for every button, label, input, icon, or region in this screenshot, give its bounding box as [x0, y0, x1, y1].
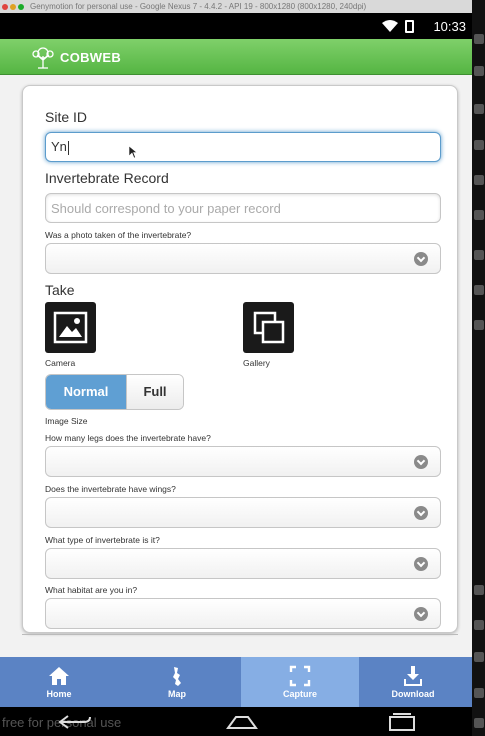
tab-capture-label: Capture [282, 689, 317, 699]
legs-question-select[interactable] [45, 446, 441, 477]
app-title: COBWEB [60, 50, 122, 65]
photo-question-label: Was a photo taken of the invertebrate? [45, 230, 192, 240]
tab-map[interactable]: Map [118, 657, 236, 707]
wifi-icon [382, 20, 398, 32]
wings-question-label: Does the invertebrate have wings? [45, 484, 176, 494]
rotate-icon[interactable] [474, 320, 484, 330]
capture-icon [289, 665, 311, 687]
power-icon[interactable] [474, 34, 484, 44]
gallery-button[interactable] [243, 302, 294, 353]
site-id-input[interactable]: Yn [45, 132, 441, 162]
cobweb-logo-icon [32, 47, 54, 69]
id-icon[interactable] [474, 210, 484, 220]
image-size-label: Image Size [45, 416, 88, 426]
tab-home-label: Home [46, 689, 72, 699]
image-size-toggle[interactable]: Normal Full [45, 374, 184, 410]
text-caret [67, 140, 69, 155]
battery-control-icon[interactable] [474, 104, 484, 114]
download-icon [404, 666, 422, 686]
tab-download[interactable]: Download [354, 657, 472, 707]
map-icon [173, 667, 181, 686]
menu-side-icon[interactable] [474, 652, 484, 662]
camera-label: Camera [45, 358, 76, 368]
habitat-question-select[interactable] [45, 598, 441, 629]
photo-question-select[interactable] [45, 243, 441, 274]
back-icon[interactable] [54, 712, 94, 732]
bottom-tab-bar: Home Map Capture Download [0, 657, 472, 707]
capture-page: Site ID Yn Invertebrate Record Was a pho… [0, 75, 472, 657]
chevron-down-icon [414, 506, 428, 520]
camera-control-icon[interactable] [474, 140, 484, 150]
card-footer-edge [22, 631, 458, 635]
gallery-icon [253, 311, 285, 344]
wings-question-select[interactable] [45, 497, 441, 528]
android-nav-bar: free for personal use [0, 707, 472, 736]
emulator-screen: Genymotion for personal use - Google Nex… [0, 0, 485, 736]
chevron-down-icon [414, 455, 428, 469]
battery-icon [405, 20, 414, 33]
habitat-question-label: What habitat are you in? [45, 585, 138, 595]
camera-image-icon [53, 311, 88, 344]
emulator-side-toolbar [472, 0, 485, 736]
camera-button[interactable] [45, 302, 96, 353]
gps-icon[interactable] [474, 66, 484, 76]
tab-download-label: Download [391, 689, 435, 699]
window-title: Genymotion for personal use - Google Nex… [30, 2, 367, 11]
remote-control-icon[interactable] [474, 175, 484, 185]
window-title-bar: Genymotion for personal use - Google Nex… [0, 0, 485, 13]
form-card[interactable]: Site ID Yn Invertebrate Record Was a pho… [22, 85, 458, 633]
mouse-pointer-icon [129, 146, 138, 159]
window-controls[interactable] [2, 0, 26, 13]
tab-capture[interactable]: Capture [241, 657, 359, 707]
chevron-down-icon [414, 607, 428, 621]
invertebrate-record-input[interactable] [45, 193, 441, 223]
image-size-normal-option[interactable]: Normal [46, 375, 126, 409]
home-side-icon[interactable] [474, 688, 484, 698]
volume-up-icon[interactable] [474, 250, 484, 260]
chevron-down-icon [414, 557, 428, 571]
recent-side-icon[interactable] [474, 620, 484, 630]
volume-down-icon[interactable] [474, 285, 484, 295]
tab-home[interactable]: Home [0, 657, 118, 707]
tab-map-label: Map [168, 689, 186, 699]
site-id-label: Site ID [45, 109, 88, 125]
home-icon [49, 667, 69, 685]
image-size-full-option[interactable]: Full [126, 375, 183, 409]
legs-question-label: How many legs does the invertebrate have… [45, 433, 211, 443]
status-bar: 10:33 [0, 13, 472, 39]
power-side-icon[interactable] [474, 718, 484, 728]
gallery-label: Gallery [243, 358, 270, 368]
type-question-select[interactable] [45, 548, 441, 579]
recent-apps-icon[interactable] [384, 712, 420, 732]
take-label: Take [45, 282, 75, 298]
invertebrate-record-label: Invertebrate Record [45, 170, 169, 186]
back-side-icon[interactable] [474, 585, 484, 595]
chevron-down-icon [414, 252, 428, 266]
home-nav-icon[interactable] [224, 712, 260, 732]
app-header: COBWEB [0, 39, 472, 75]
type-question-label: What type of invertebrate is it? [45, 535, 160, 545]
status-time: 10:33 [433, 19, 466, 34]
site-id-value: Yn [51, 139, 67, 154]
